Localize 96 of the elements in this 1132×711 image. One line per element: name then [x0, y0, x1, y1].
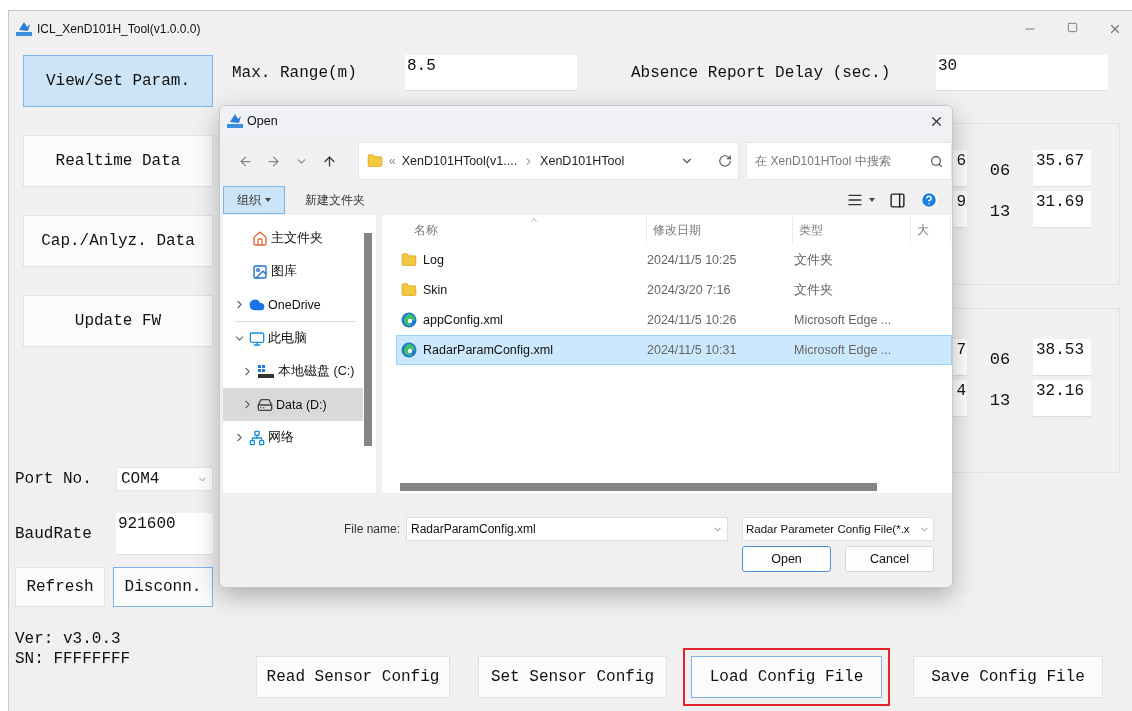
browser-file-icon: [401, 312, 417, 328]
dialog-button[interactable]: Cancel: [845, 546, 934, 572]
folder-icon: [366, 153, 383, 169]
drive-icon: [257, 396, 273, 413]
index-label: 13: [988, 201, 1012, 221]
column-header[interactable]: 名称: [382, 215, 647, 245]
caret-icon: [265, 198, 271, 202]
modified-date: 2024/3/20 7:16: [647, 283, 732, 297]
nav-button[interactable]: Realtime Data: [23, 135, 213, 187]
action-button[interactable]: Set Sensor Config: [478, 656, 667, 698]
nav-button[interactable]: Cap./Anlyz. Data: [23, 215, 213, 267]
scrollbar-thumb[interactable]: [364, 233, 372, 446]
baud-rate-field[interactable]: 921600: [116, 513, 213, 555]
file-type: 文件夹: [794, 281, 834, 299]
network-icon: [249, 429, 265, 446]
param-field[interactable]: 30: [936, 55, 1108, 91]
nav-pane-item[interactable]: 主文件夹: [223, 222, 363, 255]
breadcrumb-item[interactable]: XenD101HTool(v1....: [401, 154, 518, 168]
folder-icon: [401, 252, 417, 268]
preview-pane-icon[interactable]: [889, 191, 906, 209]
browser-file-icon: [401, 342, 417, 358]
file-type-select[interactable]: Radar Parameter Config File(*.x: [742, 517, 934, 541]
modified-date: 2024/11/5 10:26: [647, 313, 738, 327]
column-header[interactable]: 类型: [793, 215, 911, 245]
caret-icon[interactable]: [869, 198, 875, 202]
window-title: ICL_XenD101H_Tool(v1.0.0.0): [37, 21, 201, 36]
view-icon[interactable]: [847, 192, 863, 208]
search-icon: [930, 154, 943, 168]
app-logo-icon: [15, 20, 33, 37]
back-icon[interactable]: [238, 153, 254, 169]
nav-pane-item[interactable]: 本地磁盘 (C:): [223, 355, 363, 388]
file-name: RadarParamConfig.xml: [423, 343, 553, 357]
breadcrumb-item[interactable]: XenD101HTool: [540, 154, 625, 168]
nav-pane-item[interactable]: 图库: [223, 255, 363, 288]
scrollbar-thumb[interactable]: [400, 483, 877, 491]
value-field[interactable]: 35.67: [1033, 150, 1091, 187]
action-button[interactable]: Load Config File: [691, 656, 882, 698]
index-label: 06: [988, 349, 1012, 369]
value-field[interactable]: 31.69: [1033, 191, 1091, 228]
action-button[interactable]: Save Config File: [913, 656, 1103, 698]
action-button[interactable]: Read Sensor Config: [256, 656, 450, 698]
serial-number-text: SN: FFFFFFFF: [15, 649, 132, 669]
column-header[interactable]: 大: [911, 215, 951, 245]
new-folder-button[interactable]: 新建文件夹: [299, 190, 371, 210]
search-field[interactable]: 在 XenD101HTool 中搜索: [746, 142, 952, 180]
file-type: Microsoft Edge ...: [794, 343, 893, 357]
breadcrumb-overflow[interactable]: «: [388, 154, 396, 168]
sort-icon: [529, 215, 539, 225]
file-row[interactable]: appConfig.xml 2024/11/5 10:26 Microsoft Edge ...: [396, 305, 952, 335]
forward-icon[interactable]: [266, 153, 282, 169]
param-label: Max. Range(m): [232, 64, 358, 82]
index-label: 13: [988, 390, 1012, 410]
nav-pane-item[interactable]: Data (D:): [223, 388, 363, 421]
nav-pane-item[interactable]: 此电脑: [223, 322, 363, 355]
file-type: 文件夹: [794, 251, 834, 269]
organize-button[interactable]: 组织: [223, 186, 285, 214]
modified-date: 2024/11/5 10:25: [647, 253, 738, 267]
modified-date: 2024/11/5 10:31: [647, 343, 738, 357]
nav-pane-item[interactable]: 网络: [223, 421, 363, 454]
computer-icon: [249, 330, 265, 347]
connection-button[interactable]: Disconn.: [113, 567, 213, 607]
maximize-icon[interactable]: [1067, 21, 1078, 33]
baud-rate-label: BaudRate: [15, 525, 93, 543]
file-row[interactable]: Log 2024/11/5 10:25 文件夹: [396, 245, 952, 275]
file-name-label: File name:: [343, 522, 400, 536]
address-bar[interactable]: « XenD101HTool(v1.... XenD101HTool: [357, 142, 740, 180]
nav-button[interactable]: View/Set Param.: [23, 55, 213, 107]
port-label: Port No.: [15, 470, 93, 488]
connection-button[interactable]: Refresh: [15, 567, 105, 607]
system-drive-icon: [257, 363, 275, 380]
file-name: appConfig.xml: [423, 313, 503, 327]
gallery-icon: [252, 263, 268, 280]
refresh-icon[interactable]: [718, 154, 733, 168]
help-icon[interactable]: [920, 191, 938, 209]
file-type: Microsoft Edge ...: [794, 313, 893, 327]
file-name: Skin: [423, 283, 448, 297]
index-label: 06: [988, 160, 1012, 180]
file-name-field[interactable]: RadarParamConfig.xml: [406, 517, 728, 541]
folder-icon: [401, 282, 417, 298]
up-icon[interactable]: [322, 153, 338, 169]
nav-button[interactable]: Update FW: [23, 295, 213, 347]
param-label: Absence Report Delay (sec.): [631, 64, 892, 82]
file-row[interactable]: Skin 2024/3/20 7:16 文件夹: [396, 275, 952, 305]
file-name: Log: [423, 253, 444, 267]
file-row[interactable]: RadarParamConfig.xml 2024/11/5 10:31 Microsoft Edge ...: [396, 335, 952, 365]
nav-pane-item[interactable]: OneDrive: [223, 288, 363, 321]
app-logo-icon: [226, 113, 244, 129]
version-text: Ver: v3.0.3: [15, 629, 122, 649]
dialog-button[interactable]: Open: [742, 546, 831, 572]
column-header[interactable]: 修改日期: [647, 215, 793, 245]
param-field[interactable]: 8.5: [405, 55, 577, 91]
value-field[interactable]: 38.53: [1033, 339, 1091, 376]
port-select[interactable]: COM4: [116, 467, 213, 491]
dialog-title: Open: [247, 114, 278, 128]
value-field[interactable]: 32.16: [1033, 380, 1091, 417]
home-icon: [252, 230, 268, 247]
